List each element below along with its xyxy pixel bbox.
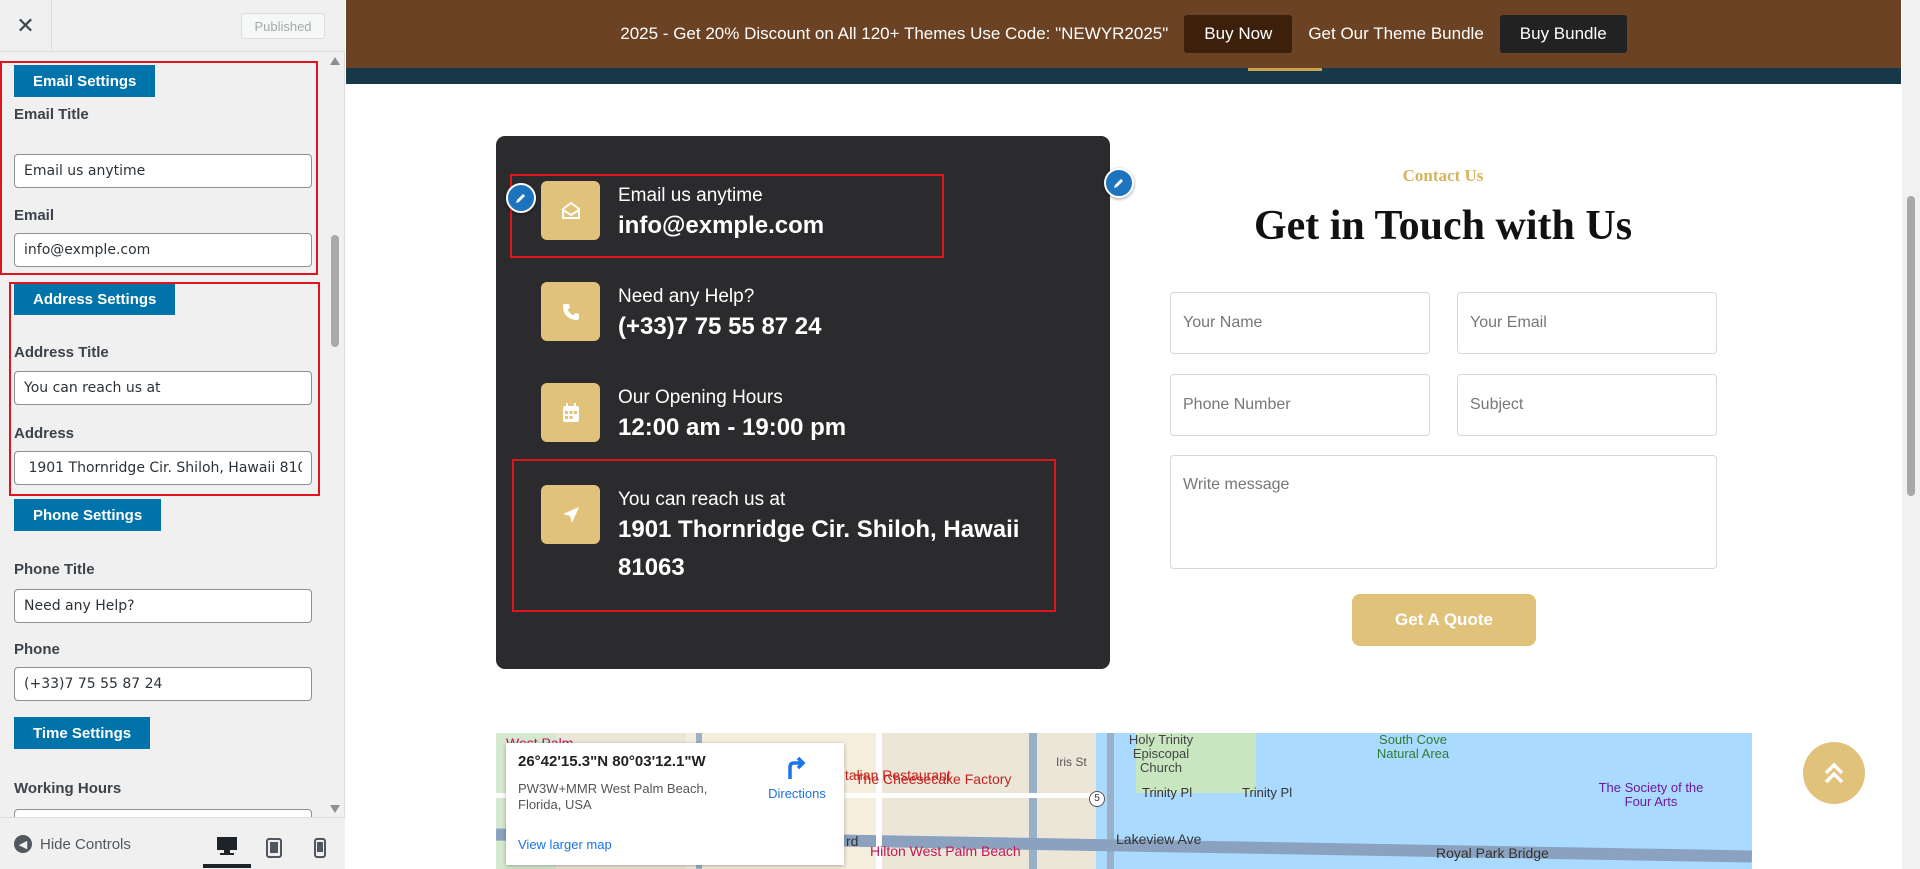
customizer-footer: ◀ Hide Controls: [0, 817, 345, 869]
working-hours-label: Working Hours: [14, 780, 122, 797]
map-label-cheesecake: The Cheesecake Factory: [855, 771, 1012, 787]
map-label-iris-st: Iris St: [1056, 755, 1087, 769]
hide-controls-label: Hide Controls: [40, 835, 131, 853]
time-settings-heading: Time Settings: [14, 717, 151, 749]
map-label-church: Holy Trinity Episcopal Church: [1128, 733, 1194, 775]
working-hours-input[interactable]: [14, 809, 312, 817]
promo-bar: 2025 - Get 20% Discount on All 120+ Them…: [346, 0, 1901, 68]
phone-label: Phone: [14, 641, 60, 658]
close-customizer-button[interactable]: ✕: [0, 0, 52, 52]
email-input-field[interactable]: Your Email: [1457, 292, 1717, 354]
mobile-icon: [314, 838, 326, 858]
scroll-to-top-button[interactable]: [1803, 742, 1865, 804]
info-hours-title: Our Opening Hours: [618, 387, 783, 408]
directions-label: Directions: [768, 786, 826, 801]
customizer-header: ✕ Published: [0, 0, 345, 52]
promo-text: 2025 - Get 20% Discount on All 120+ Them…: [620, 24, 1169, 43]
map-label-royal-park: Royal Park Bridge: [1436, 845, 1549, 861]
info-phone-value: (+33)7 75 55 87 24: [618, 313, 822, 340]
map-label-four-arts: The Society of the Four Arts: [1598, 780, 1704, 809]
map-label-south-cove: South Cove Natural Area: [1376, 733, 1450, 761]
map-route-shield: 5: [1089, 791, 1105, 807]
map-label-trinity-pl: Trinity Pl: [1142, 785, 1193, 800]
info-phone-item: Need any Help? (+33)7 75 55 87 24: [541, 282, 822, 346]
desktop-icon: [217, 837, 237, 855]
message-textarea[interactable]: Write message: [1170, 455, 1717, 569]
directions-icon: [788, 756, 806, 779]
preview-scrollbar-thumb[interactable]: [1907, 196, 1915, 496]
map-label-hilton: Hilton West Palm Beach: [870, 843, 1021, 859]
phone-title-label: Phone Title: [14, 561, 95, 578]
bundle-text: Get Our Theme Bundle: [1308, 24, 1484, 43]
info-hours-value: 12:00 am - 19:00 pm: [618, 414, 847, 441]
collapse-arrow-icon: ◀: [14, 835, 32, 853]
map-label-trinity-pl-2: Trinity Pl: [1242, 785, 1293, 800]
contact-kicker: Contact Us: [1402, 166, 1484, 185]
map-label-road: rd: [846, 833, 859, 849]
calendar-icon: [541, 383, 600, 442]
email-settings-highlight: [0, 61, 318, 275]
preview-mobile-button[interactable]: [296, 828, 344, 868]
google-map[interactable]: Italian Restaurant The Cheesecake Factor…: [496, 733, 1752, 869]
name-input[interactable]: Your Name: [1170, 292, 1430, 354]
scroll-down-arrow-icon[interactable]: [330, 805, 340, 813]
phone-icon: [541, 282, 600, 341]
customizer-sidebar: ✕ Published Email Settings Email Title E…: [0, 0, 345, 869]
phone-settings-heading: Phone Settings: [14, 499, 162, 531]
scrollbar-thumb[interactable]: [331, 235, 339, 347]
header-accent-line: [1248, 68, 1322, 71]
preview-scrollbar[interactable]: [1902, 0, 1920, 869]
map-plus-code: PW3W+MMR West Palm Beach, Florida, USA: [518, 781, 708, 812]
header-strip: [346, 68, 1901, 84]
sidebar-scrollbar[interactable]: [328, 53, 342, 817]
scroll-up-arrow-icon[interactable]: [330, 57, 340, 65]
phone-title-input[interactable]: [14, 589, 312, 623]
map-info-card: 26°42'15.3"N 80°03'12.1"W PW3W+MMR West …: [506, 743, 844, 865]
pencil-icon: [1114, 179, 1123, 188]
contact-title: Get in Touch with Us: [1253, 203, 1633, 249]
map-coordinates: 26°42'15.3"N 80°03'12.1"W: [518, 753, 706, 770]
info-phone-title: Need any Help?: [618, 286, 755, 307]
phone-input[interactable]: [14, 667, 312, 701]
customizer-panel: Email Settings Email Title Email Address…: [0, 53, 330, 817]
get-a-quote-button[interactable]: Get A Quote: [1352, 594, 1536, 646]
buy-bundle-button[interactable]: Buy Bundle: [1499, 15, 1627, 53]
edit-contact-shortcut[interactable]: [1104, 168, 1134, 198]
directions-button[interactable]: Directions: [762, 755, 832, 801]
preview-desktop-button[interactable]: [203, 828, 251, 868]
close-icon: ✕: [16, 13, 35, 38]
tablet-icon: [266, 838, 282, 858]
buy-now-button[interactable]: Buy Now: [1184, 15, 1293, 53]
site-preview: 2025 - Get 20% Discount on All 120+ Them…: [346, 0, 1920, 869]
address-settings-highlight: [9, 282, 320, 496]
phone-input-field[interactable]: Phone Number: [1170, 374, 1430, 436]
map-label-lakeview: Lakeview Ave: [1116, 831, 1202, 847]
preview-tablet-button[interactable]: [250, 828, 298, 868]
address-item-highlight: [512, 459, 1056, 612]
hide-controls-button[interactable]: ◀ Hide Controls: [14, 835, 131, 853]
view-larger-map-link[interactable]: View larger map: [518, 837, 612, 852]
pencil-icon: [516, 194, 525, 203]
info-hours-item: Our Opening Hours 12:00 am - 19:00 pm: [541, 383, 846, 447]
edit-email-shortcut[interactable]: [506, 183, 536, 213]
email-item-highlight: [510, 174, 944, 258]
subject-input[interactable]: Subject: [1457, 374, 1717, 436]
double-chevron-up-icon: [1824, 762, 1844, 784]
contact-info-card: Email us anytime info@exmple.com Need an…: [496, 136, 1110, 669]
published-button[interactable]: Published: [241, 13, 325, 39]
